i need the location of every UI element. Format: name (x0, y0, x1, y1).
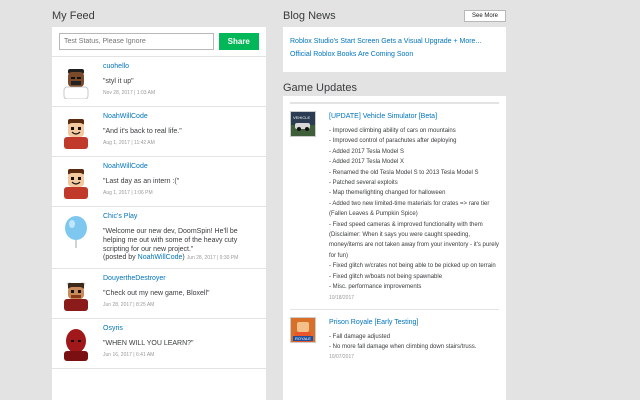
status-row: Share (52, 27, 266, 57)
feed-item: DouyertheDestroyer "Check out my new gam… (52, 269, 266, 319)
feed-user-link[interactable]: NoahWillCode (103, 113, 259, 120)
feed-item: NoahWillCode "And it's back to real life… (52, 107, 266, 157)
avatar-icon (64, 119, 88, 149)
update-line: - Fixed glitch w/boats not being spawnab… (329, 273, 443, 280)
feed-group-link[interactable]: Chic's Play (103, 213, 259, 220)
game-update-date: 10/07/2017 (329, 354, 355, 361)
update-line: - Misc. performance improvements (329, 284, 422, 291)
avatar-icon (64, 169, 88, 199)
blog-link[interactable]: Roblox Studio's Start Screen Gets a Visu… (290, 35, 499, 48)
game-thumbnail-label: ROYALE (295, 336, 311, 341)
update-line: - Map theme/lighting changed for hallowe… (329, 190, 446, 197)
avatar-icon (64, 282, 88, 311)
update-line: - Patched several exploits (329, 180, 398, 187)
update-line: - Added 2017 Tesla Model S (329, 148, 404, 155)
update-line: - Renamed the old Tesla Model S to 2013 … (329, 169, 479, 176)
feed-user-link[interactable]: Osyris (103, 325, 259, 332)
feed-message: "WHEN WILL YOU LEARN?" (103, 340, 194, 347)
posted-suffix: ) (182, 254, 185, 261)
balloon-icon (65, 216, 87, 248)
avatar[interactable] (59, 277, 93, 311)
update-line: - Fixed glitch w/crates not being able t… (329, 263, 496, 270)
feed-date: Jun 28, 2017 | 8:25 AM (103, 302, 155, 308)
posted-by: (posted by NoahWillCode) Jun 28, 2017 | … (103, 254, 259, 261)
game-thumbnail-image: VEHICLE (291, 112, 315, 136)
blog-link[interactable]: Official Roblox Books Are Coming Soon (290, 48, 499, 61)
avatar[interactable] (59, 115, 93, 149)
game-updates-title: Game Updates (283, 82, 357, 94)
feed-panel: Share cuohello "styl it up" Nov 28, 2017… (52, 27, 266, 400)
game-update-item: VEHICLE [UPDATE] Vehicle Simulator [Beta… (290, 103, 499, 309)
game-title-link[interactable]: [UPDATE] Vehicle Simulator [Beta] (329, 113, 499, 120)
update-line: - Added two new limited-time materials f… (329, 200, 490, 218)
game-title-link[interactable]: Prison Royale [Early Testing] (329, 319, 499, 326)
avatar-icon (64, 329, 88, 361)
avatar[interactable] (59, 327, 93, 361)
feed-message: "styl it up" (103, 78, 134, 85)
game-update-item: ROYALE Prison Royale [Early Testing] - F… (290, 308, 499, 369)
game-thumbnail-label: VEHICLE (293, 115, 310, 120)
divider (290, 96, 499, 103)
game-thumbnail[interactable]: ROYALE (290, 316, 316, 343)
update-line: - Fall damage adjusted (329, 333, 391, 340)
feed-message: "Last day as an intern :(" (103, 178, 180, 185)
game-updates-panel: VEHICLE [UPDATE] Vehicle Simulator [Beta… (283, 96, 506, 400)
feed-item: Osyris "WHEN WILL YOU LEARN?" Jun 16, 20… (52, 319, 266, 369)
update-line: - Improved climbing ability of cars on m… (329, 128, 456, 134)
feed-date: Jun 28, 2017 | 9:30 PM (186, 255, 239, 261)
my-feed-title: My Feed (52, 10, 95, 22)
game-update-date: 10/18/2017 (329, 294, 355, 301)
status-input[interactable] (59, 33, 214, 50)
posted-prefix: (posted by (103, 254, 138, 261)
avatar[interactable] (59, 215, 93, 249)
blog-news-title: Blog News (283, 10, 336, 22)
avatar[interactable] (59, 165, 93, 199)
avatar[interactable] (59, 65, 93, 99)
update-line: - No more fall damage when climbing down… (329, 343, 477, 350)
game-thumbnail[interactable]: VEHICLE (290, 111, 316, 137)
blog-panel: Roblox Studio's Start Screen Gets a Visu… (283, 27, 506, 72)
feed-item: Chic's Play "Welcome our new dev, DoomSp… (52, 207, 266, 269)
feed-user-link[interactable]: DouyertheDestroyer (103, 275, 259, 282)
feed-message: "And it's back to real life." (103, 128, 182, 135)
feed-date: Aug 1, 2017 | 1:06 PM (103, 190, 153, 196)
game-thumbnail-image: ROYALE (291, 317, 315, 342)
share-button[interactable]: Share (218, 33, 259, 50)
feed-message: "Welcome our new dev, DoomSpin! He'll be… (103, 228, 238, 253)
feed-item: cuohello "styl it up" Nov 28, 2017 | 1:0… (52, 57, 266, 107)
feed-date: Nov 28, 2017 | 1:03 AM (103, 90, 156, 96)
avatar-icon (63, 69, 89, 99)
update-line: - Improved control of parachutes after d… (329, 138, 457, 145)
feed-user-link[interactable]: NoahWillCode (103, 163, 259, 170)
feed-item: NoahWillCode "Last day as an intern :(" … (52, 157, 266, 207)
feed-date: Aug 1, 2017 | 11:42 AM (103, 140, 155, 146)
posted-by-link[interactable]: NoahWillCode (138, 254, 183, 261)
feed-user-link[interactable]: cuohello (103, 63, 259, 70)
feed-date: Jun 16, 2017 | 6:41 AM (103, 352, 155, 358)
update-line: - Added 2017 Tesla Model X (329, 159, 404, 166)
feed-message: "Check out my new game, Bloxell" (103, 290, 210, 297)
see-more-button[interactable]: See More (464, 10, 506, 22)
update-line: - Fixed speed cameras & improved functio… (329, 221, 499, 259)
